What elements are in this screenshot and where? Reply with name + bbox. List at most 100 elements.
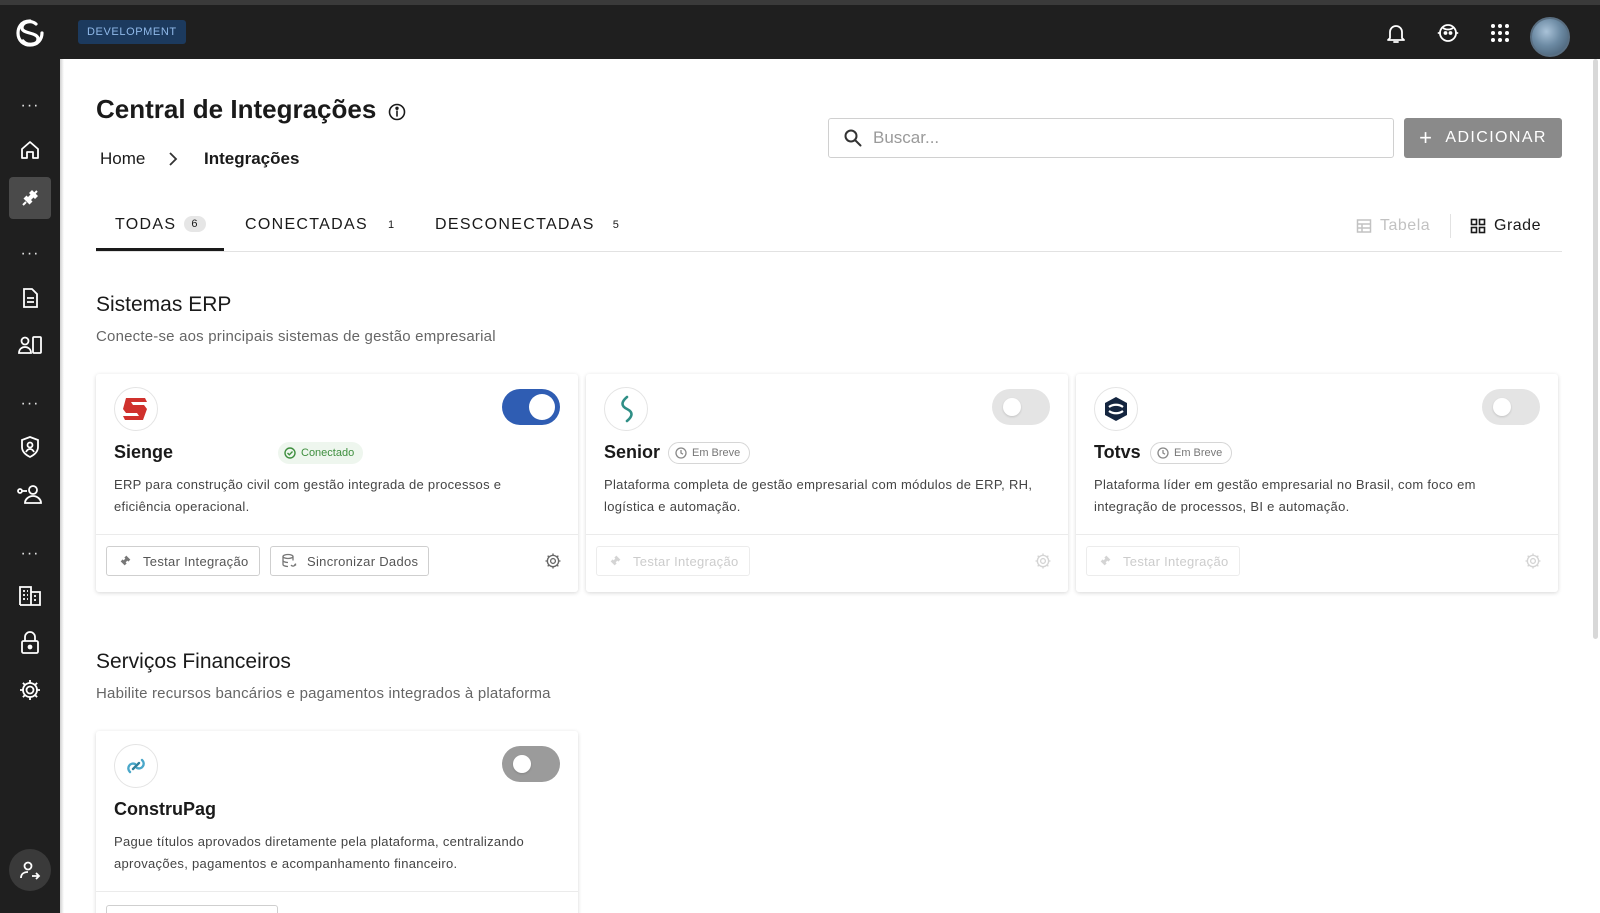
- totvs-logo-icon: [1094, 387, 1138, 431]
- card-footer-divider: [1076, 534, 1558, 535]
- tab-count-badge: 1: [387, 219, 396, 231]
- card-footer-divider: [586, 534, 1068, 535]
- test-integration-button[interactable]: Testar Integração: [106, 546, 260, 576]
- test-integration-button[interactable]: Testar Integração: [1086, 546, 1240, 576]
- view-table-label: Tabela: [1380, 217, 1431, 234]
- sidebar-item-contacts[interactable]: [9, 324, 51, 366]
- section-title-erp: Sistemas ERP: [96, 293, 232, 316]
- card-footer-divider: [96, 534, 578, 535]
- construpag-toggle[interactable]: [502, 746, 560, 782]
- view-divider: [1450, 214, 1451, 238]
- card-name: ConstruPag: [114, 799, 217, 819]
- sienge-logo-icon: [114, 387, 158, 431]
- check-circle-icon: [284, 447, 296, 459]
- construpag-logo-icon: [114, 744, 158, 788]
- sidebar-item-home[interactable]: [9, 129, 51, 171]
- add-button[interactable]: + ADICIONAR: [1404, 118, 1562, 158]
- sidebar-shadow: [60, 59, 64, 913]
- integration-card-totvs: Totvs Em Breve Plataforma líder em gestã…: [1076, 374, 1558, 592]
- tab-label: TODAS: [115, 216, 177, 233]
- view-table-button[interactable]: Tabela: [1356, 213, 1430, 239]
- integration-card-senior: Senior Em Breve Plataforma completa de g…: [586, 374, 1068, 592]
- tab-conectadas[interactable]: CONECTADAS 1: [245, 216, 395, 251]
- top-bar: DEVELOPMENT: [0, 5, 1600, 59]
- card-name: Totvs: [1094, 442, 1141, 462]
- building-icon: [19, 586, 41, 606]
- sidebar-item-security[interactable]: [9, 426, 51, 468]
- app-logo-icon[interactable]: [14, 17, 46, 49]
- action-label: Testar Integração: [1123, 553, 1229, 569]
- sidebar-group-dots: ···: [20, 245, 40, 262]
- section-subtitle-financial: Habilite recursos bancários e pagamentos…: [96, 685, 551, 702]
- tab-todas[interactable]: TODAS 6: [96, 216, 224, 251]
- plug-icon: [120, 555, 131, 566]
- sidebar-group-dots: ···: [20, 395, 40, 412]
- tab-desconectadas[interactable]: DESCONECTADAS 5: [435, 216, 620, 251]
- tab-label: DESCONECTADAS: [435, 216, 595, 233]
- status-label: Em Breve: [1174, 447, 1223, 459]
- sync-data-button[interactable]: Sincronizar Dados: [270, 546, 430, 576]
- clock-icon: [1157, 447, 1169, 459]
- sidebar: ··· ··· ··· ···: [0, 59, 60, 913]
- sidebar-item-settings[interactable]: [9, 669, 51, 711]
- tabs-divider: [96, 251, 1562, 252]
- bell-icon[interactable]: [1382, 19, 1410, 47]
- plus-icon: +: [1419, 125, 1434, 150]
- user-avatar[interactable]: [1530, 17, 1570, 57]
- plug-icon: [610, 555, 621, 566]
- status-badge: Conectado: [278, 442, 364, 464]
- card-settings-gear-icon[interactable]: [1524, 552, 1542, 570]
- tab-count-badge: 6: [184, 216, 206, 232]
- section-subtitle-erp: Conecte-se aos principais sistemas de ge…: [96, 328, 496, 345]
- sidebar-item-permissions[interactable]: [9, 622, 51, 664]
- sidebar-item-documents[interactable]: [9, 277, 51, 319]
- card-name: Sienge: [114, 442, 174, 462]
- senior-toggle[interactable]: [992, 389, 1050, 425]
- sidebar-item-companies[interactable]: [9, 575, 51, 617]
- support-agent-icon[interactable]: [1434, 19, 1462, 47]
- lock-icon: [21, 631, 39, 654]
- status-badge: Em Breve: [1150, 442, 1233, 464]
- card-description: Pague títulos aprovados diretamente pela…: [114, 834, 525, 871]
- integrations-icon: [22, 190, 38, 206]
- add-button-label: ADICIONAR: [1445, 129, 1547, 146]
- document-icon: [23, 288, 38, 308]
- card-description: Plataforma completa de gestão empresaria…: [604, 477, 1033, 514]
- action-label: Testar Integração: [633, 553, 739, 569]
- card-settings-gear-icon[interactable]: [544, 552, 562, 570]
- action-label: Sincronizar Dados: [307, 553, 419, 569]
- integration-card-construpag: ConstruPag Pague títulos aprovados diret…: [96, 731, 578, 913]
- grid-icon: [1470, 218, 1486, 234]
- test-integration-button[interactable]: Testar Integração: [596, 546, 750, 576]
- gear-icon: [20, 680, 40, 700]
- tab-count-badge: 5: [612, 219, 621, 231]
- card-description: ERP para construção civil com gestão int…: [114, 477, 502, 514]
- sidebar-item-integrations[interactable]: [9, 177, 51, 219]
- card-name: Senior: [604, 442, 661, 462]
- sidebar-item-account[interactable]: [9, 849, 51, 891]
- sidebar-item-users[interactable]: [9, 473, 51, 515]
- breadcrumb-home[interactable]: Home: [100, 149, 145, 169]
- search-icon: [844, 129, 862, 147]
- breadcrumb-current: Integrações: [204, 149, 300, 168]
- tab-label: CONECTADAS: [245, 216, 368, 233]
- page-scrollbar[interactable]: [1593, 59, 1598, 639]
- account-icon: [20, 861, 41, 880]
- chevron-right-icon: [166, 150, 180, 173]
- card-settings-gear-icon[interactable]: [1034, 552, 1052, 570]
- contacts-icon: [18, 336, 42, 354]
- info-icon[interactable]: [388, 103, 406, 126]
- apps-grid-icon[interactable]: [1486, 19, 1514, 47]
- search-box[interactable]: [828, 118, 1394, 158]
- integration-card-sienge: Sienge Conectado ERP para construção civ…: [96, 374, 578, 592]
- totvs-toggle[interactable]: [1482, 389, 1540, 425]
- home-icon: [21, 141, 39, 159]
- sienge-toggle[interactable]: [502, 389, 560, 425]
- plug-icon: [1100, 555, 1111, 566]
- status-label: Conectado: [301, 447, 355, 459]
- search-input[interactable]: [873, 128, 1373, 148]
- status-badge: Em Breve: [668, 442, 751, 464]
- card-footer-divider: [96, 891, 578, 892]
- card-action-button[interactable]: [106, 905, 278, 913]
- view-grid-button[interactable]: Grade: [1470, 213, 1541, 239]
